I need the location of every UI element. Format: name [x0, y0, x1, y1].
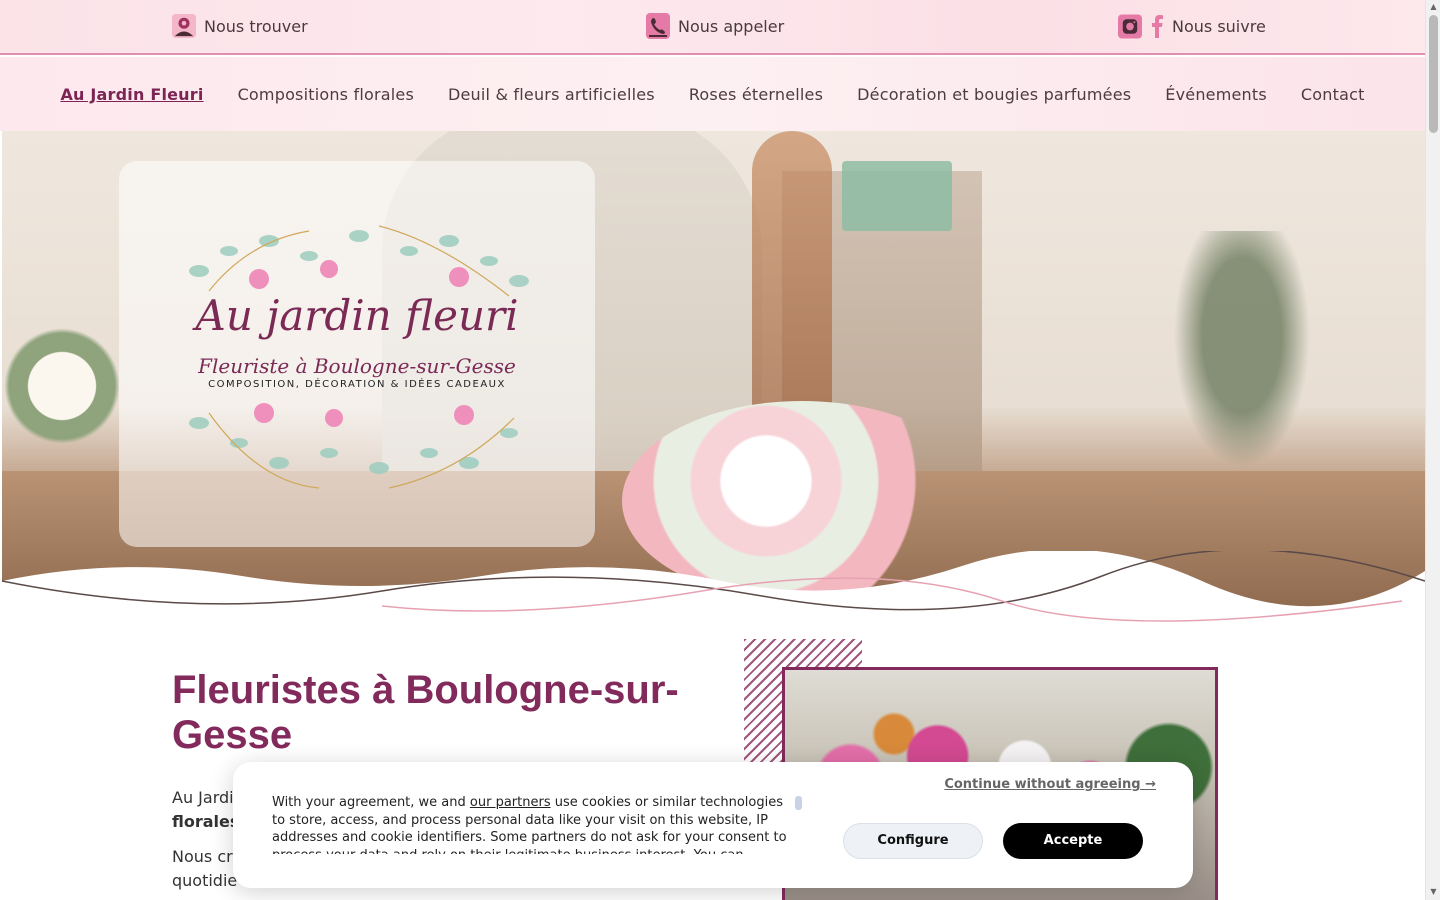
page-scrollbar[interactable]: ▲ ▼	[1425, 0, 1440, 900]
scrollbar-thumb[interactable]	[1429, 15, 1438, 133]
nav-item-compositions-florales[interactable]: Compositions florales	[238, 85, 414, 104]
main-navigation: Au Jardin Fleuri Compositions florales D…	[0, 57, 1425, 131]
configure-button[interactable]: Configure	[843, 823, 983, 859]
continue-without-agreeing-link[interactable]: Continue without agreeing →	[944, 777, 1156, 792]
scroll-up-arrow-icon[interactable]: ▲	[1429, 3, 1438, 11]
find-us-link[interactable]: Nous trouver	[172, 14, 308, 38]
second-paragraph-line-2: quotidie	[172, 871, 238, 890]
nav-item-decoration-bougies[interactable]: Décoration et bougies parfumées	[857, 85, 1131, 104]
nav-item-contact[interactable]: Contact	[1301, 85, 1365, 104]
accept-button[interactable]: Accepte	[1003, 823, 1143, 859]
intro-bold-text: florales	[172, 812, 240, 831]
find-us-label: Nous trouver	[204, 16, 308, 36]
hero-background-plant	[1162, 231, 1322, 491]
scroll-down-arrow-icon[interactable]: ▼	[1429, 888, 1438, 896]
facebook-icon[interactable]	[1150, 14, 1164, 38]
logo-tagline: COMPOSITION, DÉCORATION & IDÉES CADEAUX	[208, 379, 506, 390]
nav-item-deuil-fleurs-artificielles[interactable]: Deuil & fleurs artificielles	[448, 85, 655, 104]
map-pin-icon	[172, 14, 196, 38]
hero-background-flowers	[2, 311, 122, 461]
phone-icon	[646, 13, 670, 39]
intro-paragraph: Au Jardi florales	[172, 786, 239, 834]
follow-us-group: Nous suivre	[1118, 14, 1266, 38]
cookie-text-part-1: With your agreement, we and	[272, 795, 470, 810]
nav-item-roses-eternelles[interactable]: Roses éternelles	[689, 85, 823, 104]
cookie-consent-text[interactable]: With your agreement, we and our partners…	[272, 794, 788, 854]
call-us-link[interactable]: Nous appeler	[646, 13, 785, 39]
follow-us-label[interactable]: Nous suivre	[1172, 17, 1266, 36]
hero-banner: Au jardin fleuri Fleuriste à Boulogne-su…	[2, 131, 1425, 631]
hero-bottom-wave	[2, 551, 1425, 631]
logo-card: Au jardin fleuri Fleuriste à Boulogne-su…	[119, 161, 595, 547]
intro-text: Au Jardi	[172, 788, 234, 807]
second-paragraph-line-1: Nous cr	[172, 847, 233, 866]
page-title: Fleuristes à Boulogne-sur-Gesse	[172, 668, 679, 757]
logo-title: Au jardin fleuri	[195, 291, 519, 340]
top-contact-bar: Nous trouver Nous appeler Nous suivre	[0, 0, 1425, 55]
second-paragraph: Nous cr quotidie	[172, 845, 237, 893]
nav-item-evenements[interactable]: Événements	[1165, 85, 1267, 104]
instagram-icon[interactable]	[1118, 14, 1142, 38]
nav-item-au-jardin-fleuri[interactable]: Au Jardin Fleuri	[60, 85, 203, 104]
hero-background-box	[842, 161, 952, 231]
partners-link[interactable]: our partners	[470, 795, 551, 810]
logo-subtitle: Fleuriste à Boulogne-sur-Gesse	[198, 354, 516, 378]
floral-wreath-bottom	[189, 403, 518, 489]
cookie-consent-banner: With your agreement, we and our partners…	[233, 762, 1193, 888]
call-us-label: Nous appeler	[678, 16, 785, 36]
cookie-text-scrollbar[interactable]	[795, 796, 802, 810]
